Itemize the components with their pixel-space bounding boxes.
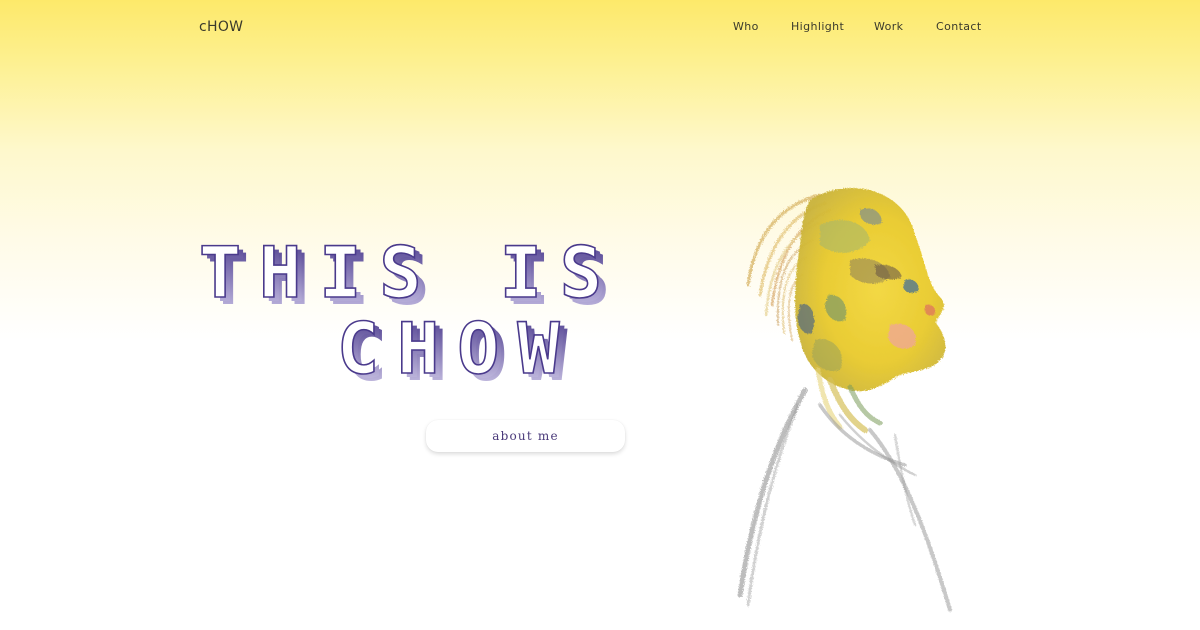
site-logo[interactable]: cHOW xyxy=(199,19,243,35)
main-nav: Who Highlight Work Contact xyxy=(700,20,1000,36)
portrait-illustration xyxy=(700,165,1000,615)
nav-item-highlight[interactable]: Highlight xyxy=(791,20,844,33)
nav-item-who[interactable]: Who xyxy=(733,20,759,33)
head-paint xyxy=(795,187,946,392)
hero-title-line1: THIS IS xyxy=(199,236,620,314)
body-strokes xyxy=(737,387,952,612)
hero-title: THIS IS THIS IS THIS IS CHOW CHOW CHOW xyxy=(190,236,630,396)
nav-item-work[interactable]: Work xyxy=(874,20,903,33)
hero-title-line2: CHOW xyxy=(337,308,578,390)
nav-item-contact[interactable]: Contact xyxy=(936,20,982,33)
about-me-button[interactable]: about me xyxy=(426,420,625,452)
